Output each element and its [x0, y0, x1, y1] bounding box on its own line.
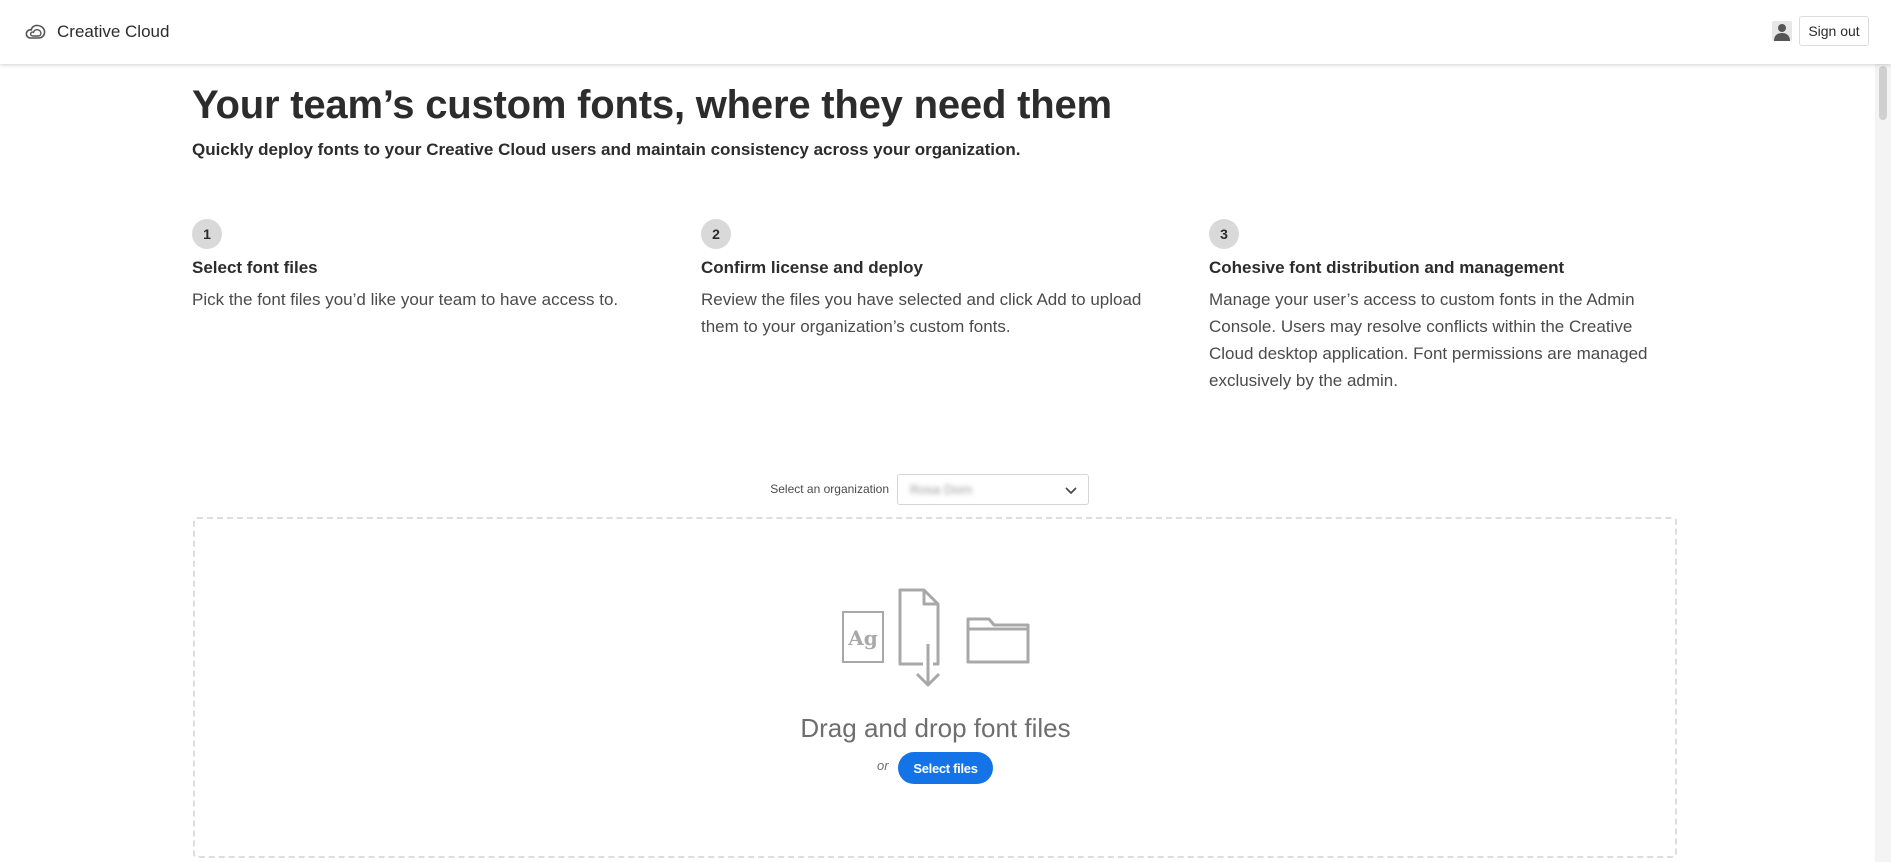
- font-file-icon: Ag: [842, 611, 884, 663]
- step-description: Pick the font files you’d like your team…: [192, 290, 619, 309]
- chevron-down-icon: [1065, 487, 1077, 494]
- dropzone-title: Drag and drop font files: [800, 713, 1071, 743]
- step-number-badge: 1: [192, 219, 222, 249]
- scrollbar-thumb[interactable]: [1879, 66, 1887, 120]
- folder-icon: [966, 617, 1030, 664]
- page-title: Your team’s custom fonts, where they nee…: [192, 83, 1112, 127]
- step-title: Select font files: [192, 258, 318, 277]
- font-sample-glyph: Ag: [847, 626, 878, 650]
- page-scrollbar[interactable]: [1875, 64, 1891, 862]
- step-2: 2 Confirm license and deploy Review the …: [701, 219, 1171, 340]
- step-3: 3 Cohesive font distribution and managem…: [1209, 219, 1679, 394]
- top-bar: Creative Cloud Sign out: [0, 0, 1891, 64]
- user-avatar-icon[interactable]: [1772, 21, 1792, 41]
- select-files-button[interactable]: Select files: [898, 752, 993, 784]
- page-subtitle: Quickly deploy fonts to your Creative Cl…: [192, 140, 1021, 159]
- step-1: 1 Select font files Pick the font files …: [192, 219, 662, 313]
- app-name: Creative Cloud: [57, 22, 170, 41]
- step-description: Review the files you have selected and c…: [701, 290, 1142, 336]
- dropzone-illustration: Ag: [842, 588, 1030, 687]
- organization-selected-value: Rosa Dorn: [910, 482, 973, 497]
- brand[interactable]: Creative Cloud: [24, 20, 169, 44]
- organization-select[interactable]: Rosa Dorn: [897, 474, 1089, 505]
- file-download-icon: [898, 588, 941, 687]
- step-title: Cohesive font distribution and managemen…: [1209, 258, 1565, 277]
- step-number-badge: 3: [1209, 219, 1239, 249]
- creative-cloud-logo-icon: [25, 24, 46, 39]
- sign-out-button[interactable]: Sign out: [1799, 16, 1869, 46]
- dropzone-or-text: or: [877, 758, 889, 773]
- step-title: Confirm license and deploy: [701, 258, 923, 277]
- step-number-badge: 2: [701, 219, 731, 249]
- step-description: Manage your user’s access to custom font…: [1209, 290, 1648, 390]
- organization-label: Select an organization: [770, 482, 889, 496]
